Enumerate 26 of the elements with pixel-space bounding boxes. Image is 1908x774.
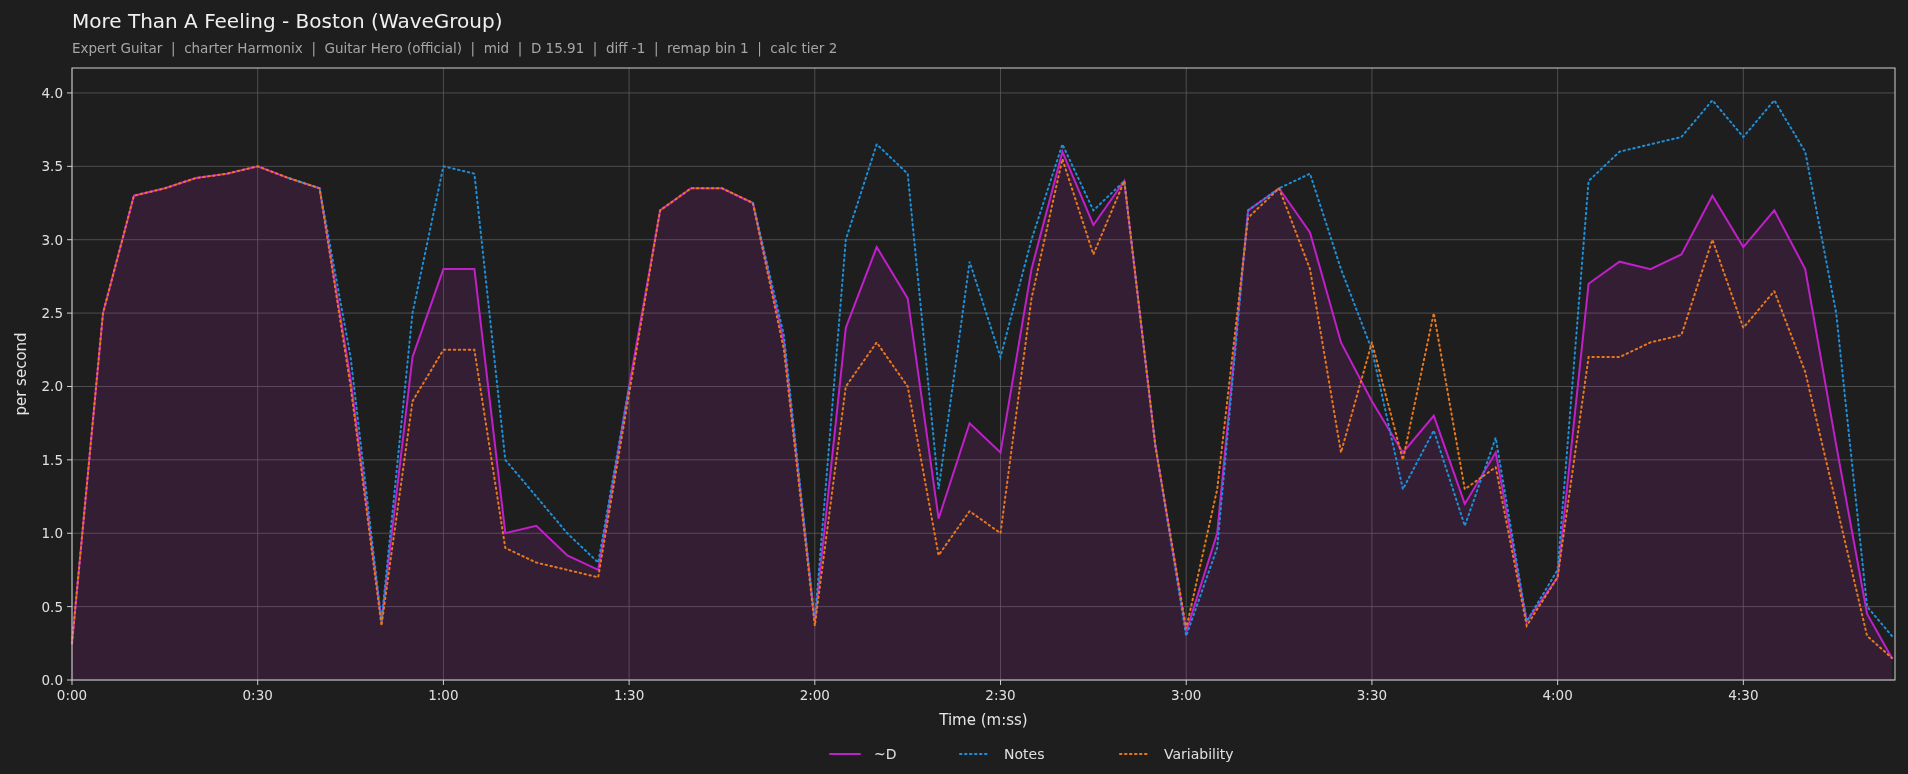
x-tick-label: 4:30 [1728, 687, 1759, 703]
legend-label: Notes [1004, 746, 1045, 762]
chart-subtitle: Expert Guitar | charter Harmonix | Guitar Hero (official) | mid | D 15.91 | diff -1 | remap bin 1 | calc tier 2 [72, 39, 839, 58]
y-tick-label: 3.5 [41, 158, 63, 175]
chart-title: More Than A Feeling - Boston (WaveGroup) [72, 8, 504, 34]
y-tick-label: 4.0 [41, 84, 63, 101]
x-tick-label: 1:30 [613, 687, 645, 703]
x-tick-label: 2:30 [985, 687, 1016, 703]
legend-label: ~D [874, 746, 897, 762]
x-axis-label: Time (m:ss) [939, 711, 1028, 729]
y-tick-label: 1.5 [41, 451, 63, 468]
x-tick-label: 2:00 [799, 687, 830, 703]
y-tick-label: 1.0 [41, 525, 63, 542]
legend-label: Variability [1164, 746, 1234, 762]
y-tick-label: 0.0 [41, 672, 63, 688]
x-tick-label: 1:00 [428, 687, 459, 703]
x-tick-label: 3:30 [1356, 687, 1388, 703]
y-tick-label: 0.5 [41, 598, 63, 615]
x-tick-label: 3:00 [1171, 687, 1202, 703]
x-tick-label: 0:30 [242, 687, 273, 703]
y-tick-label: 3.0 [41, 231, 63, 248]
x-tick-label: 4:00 [1542, 687, 1573, 703]
y-tick-label: 2.5 [41, 305, 63, 322]
x-tick-label: 0:00 [56, 687, 88, 703]
y-axis-label: per second [12, 332, 30, 416]
y-tick-label: 2.0 [41, 378, 63, 395]
